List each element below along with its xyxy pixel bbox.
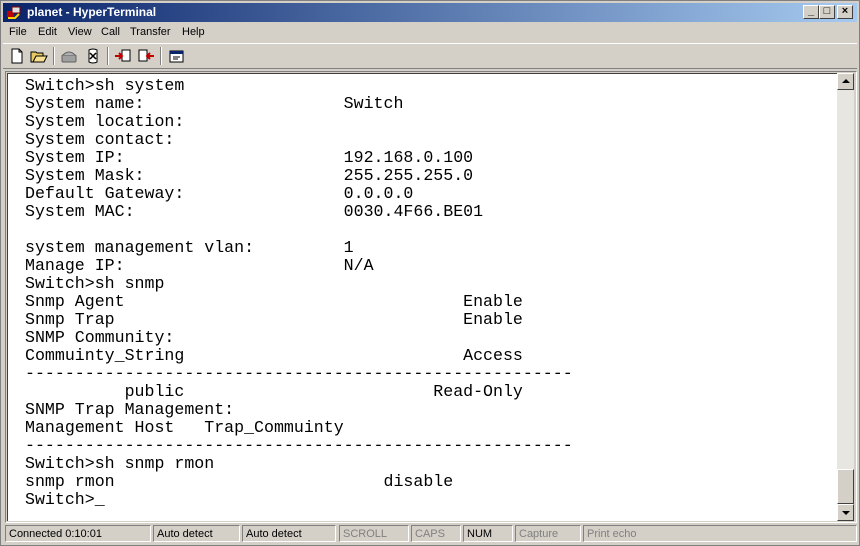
- terminal-line: Management Host Trap_Commuinty: [25, 418, 344, 437]
- minimize-button[interactable]: _: [803, 5, 819, 19]
- terminal-line: snmp rmon disable: [25, 472, 454, 491]
- menu-help[interactable]: Help: [182, 23, 205, 42]
- arrow-up-icon: [842, 79, 850, 83]
- terminal-line: public Read-Only: [25, 382, 523, 401]
- vertical-scrollbar[interactable]: [837, 73, 854, 521]
- terminal-line: System IP: 192.168.0.100: [25, 148, 474, 167]
- terminal-line: Commuinty_String Access: [25, 346, 523, 365]
- properties-icon: [169, 50, 184, 63]
- menu-edit[interactable]: Edit: [38, 23, 57, 42]
- toolbar: [3, 43, 857, 69]
- close-button[interactable]: ×: [837, 5, 853, 19]
- receive-file-icon: [138, 49, 154, 62]
- menu-call[interactable]: Call: [101, 23, 120, 42]
- scroll-down-button[interactable]: [837, 504, 854, 521]
- toolbar-separator: [107, 47, 109, 65]
- terminal-line: Snmp Trap Enable: [25, 310, 523, 329]
- new-connection-icon: [11, 48, 23, 64]
- open-button[interactable]: [28, 46, 50, 66]
- terminal-line: System Mask: 255.255.255.0: [25, 166, 474, 185]
- terminal-line: System MAC: 0030.4F66.BE01: [25, 202, 484, 221]
- close-icon: ×: [841, 5, 849, 17]
- disconnect-icon: [88, 48, 98, 64]
- status-capture: Capture: [515, 525, 581, 542]
- terminal-line: SNMP Community:: [25, 328, 175, 347]
- terminal-line: System contact:: [25, 130, 175, 149]
- menu-file[interactable]: File: [9, 23, 27, 42]
- disconnect-button[interactable]: [82, 46, 104, 66]
- maximize-icon: □: [823, 5, 831, 17]
- menu-bar: File Edit View Call Transfer Help: [3, 23, 857, 42]
- hyperterminal-window: planet - HyperTerminal _ □ × File Edit V…: [0, 0, 860, 546]
- open-icon: [30, 51, 48, 63]
- toolbar-separator: [160, 47, 162, 65]
- terminal-line: Switch>sh system: [25, 76, 185, 95]
- terminal-line: Default Gateway: 0.0.0.0: [25, 184, 414, 203]
- scrollbar-thumb[interactable]: [837, 469, 854, 504]
- status-bar: Connected 0:10:01 Auto detect Auto detec…: [3, 524, 859, 544]
- status-print-echo: Print echo: [583, 525, 857, 542]
- status-scroll: SCROLL: [339, 525, 409, 542]
- terminal-line: System location:: [25, 112, 185, 131]
- toolbar-separator: [53, 47, 55, 65]
- terminal-frame: Switch>sh system System name: Switch Syste…: [5, 71, 857, 523]
- maximize-button[interactable]: □: [819, 5, 835, 19]
- menu-view[interactable]: View: [68, 23, 92, 42]
- terminal-line: System name: Switch: [25, 94, 404, 113]
- terminal-line: system management vlan: 1: [25, 238, 354, 257]
- properties-button[interactable]: [166, 46, 188, 66]
- send-file-icon: [115, 49, 131, 62]
- call-button[interactable]: [58, 46, 80, 66]
- title-bar[interactable]: planet - HyperTerminal _ □ ×: [3, 3, 857, 22]
- status-num: NUM: [463, 525, 513, 542]
- send-file-button[interactable]: [112, 46, 134, 66]
- arrow-down-icon: [842, 511, 850, 515]
- minimize-icon: _: [807, 5, 815, 17]
- terminal-prompt-line: Switch>_: [25, 490, 105, 509]
- status-caps: CAPS: [411, 525, 461, 542]
- terminal-screen[interactable]: Switch>sh system System name: Switch Syste…: [7, 73, 837, 521]
- hyperterminal-app-icon[interactable]: [6, 5, 22, 20]
- receive-file-button[interactable]: [135, 46, 157, 66]
- status-auto-detect-1: Auto detect: [153, 525, 240, 542]
- terminal-line: ----------------------------------------…: [25, 436, 573, 455]
- terminal-line: Manage IP: N/A: [25, 256, 374, 275]
- terminal-line: Snmp Agent Enable: [25, 292, 523, 311]
- terminal-line: Switch>sh snmp rmon: [25, 454, 215, 473]
- scroll-up-button[interactable]: [837, 73, 854, 90]
- call-icon: [61, 51, 77, 63]
- terminal-output[interactable]: Switch>sh system System name: Switch Syste…: [25, 77, 573, 509]
- window-title: planet - HyperTerminal: [27, 5, 157, 19]
- terminal-line: Switch>sh snmp: [25, 274, 165, 293]
- menu-transfer[interactable]: Transfer: [130, 23, 171, 42]
- status-connection-time: Connected 0:10:01: [5, 525, 151, 542]
- status-auto-detect-2: Auto detect: [242, 525, 336, 542]
- terminal-line: ----------------------------------------…: [25, 364, 573, 383]
- terminal-line: SNMP Trap Management:: [25, 400, 235, 419]
- new-connection-button[interactable]: [6, 46, 28, 66]
